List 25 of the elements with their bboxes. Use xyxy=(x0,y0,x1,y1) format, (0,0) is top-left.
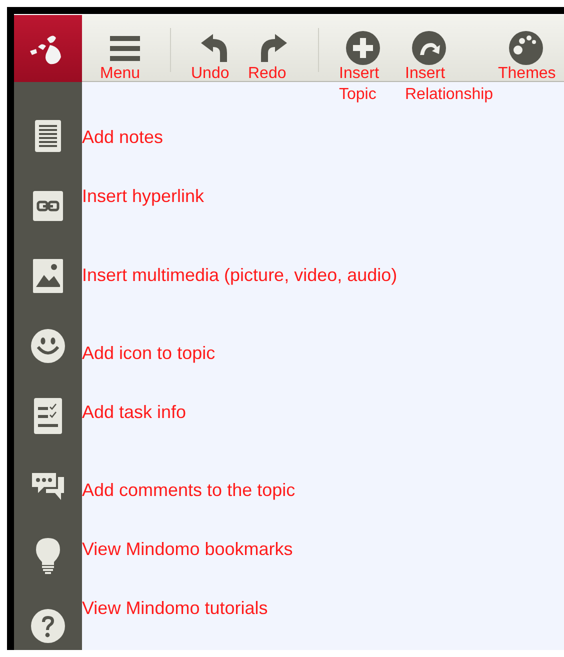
callout-label: Undo xyxy=(191,64,230,84)
notes-icon[interactable] xyxy=(35,120,61,152)
smiley-icon[interactable] xyxy=(31,329,65,363)
callout-label: Redo xyxy=(248,64,286,84)
light-bulb-icon[interactable] xyxy=(36,538,60,574)
palette-icon[interactable] xyxy=(509,31,543,65)
callout-label: Menu xyxy=(100,64,140,84)
image-icon[interactable] xyxy=(33,259,63,293)
callout-label: Insert hyperlink xyxy=(82,186,204,206)
speech-bubbles-icon[interactable] xyxy=(30,471,66,501)
menu-icon[interactable] xyxy=(110,34,140,62)
callout-label: Themes xyxy=(498,64,556,84)
callout-label: Add notes xyxy=(82,127,164,147)
callout-label: Add comments to the topic xyxy=(82,480,296,500)
help-icon[interactable] xyxy=(31,609,65,643)
callout-label: Add task info xyxy=(82,402,186,422)
callout-label: View Mindomo tutorials xyxy=(82,598,268,618)
callout-label: View Mindomo bookmarks xyxy=(82,539,293,559)
callout-label: Insert multimedia (picture, video, audio) xyxy=(82,265,398,285)
callout-label: Add icon to topic xyxy=(82,343,216,363)
plus-icon[interactable] xyxy=(346,31,380,65)
callout-label: Insert Topic xyxy=(339,64,380,105)
checklist-icon[interactable] xyxy=(34,398,62,434)
callout-label: Insert Relationship xyxy=(405,64,494,105)
link-icon[interactable] xyxy=(33,191,63,221)
